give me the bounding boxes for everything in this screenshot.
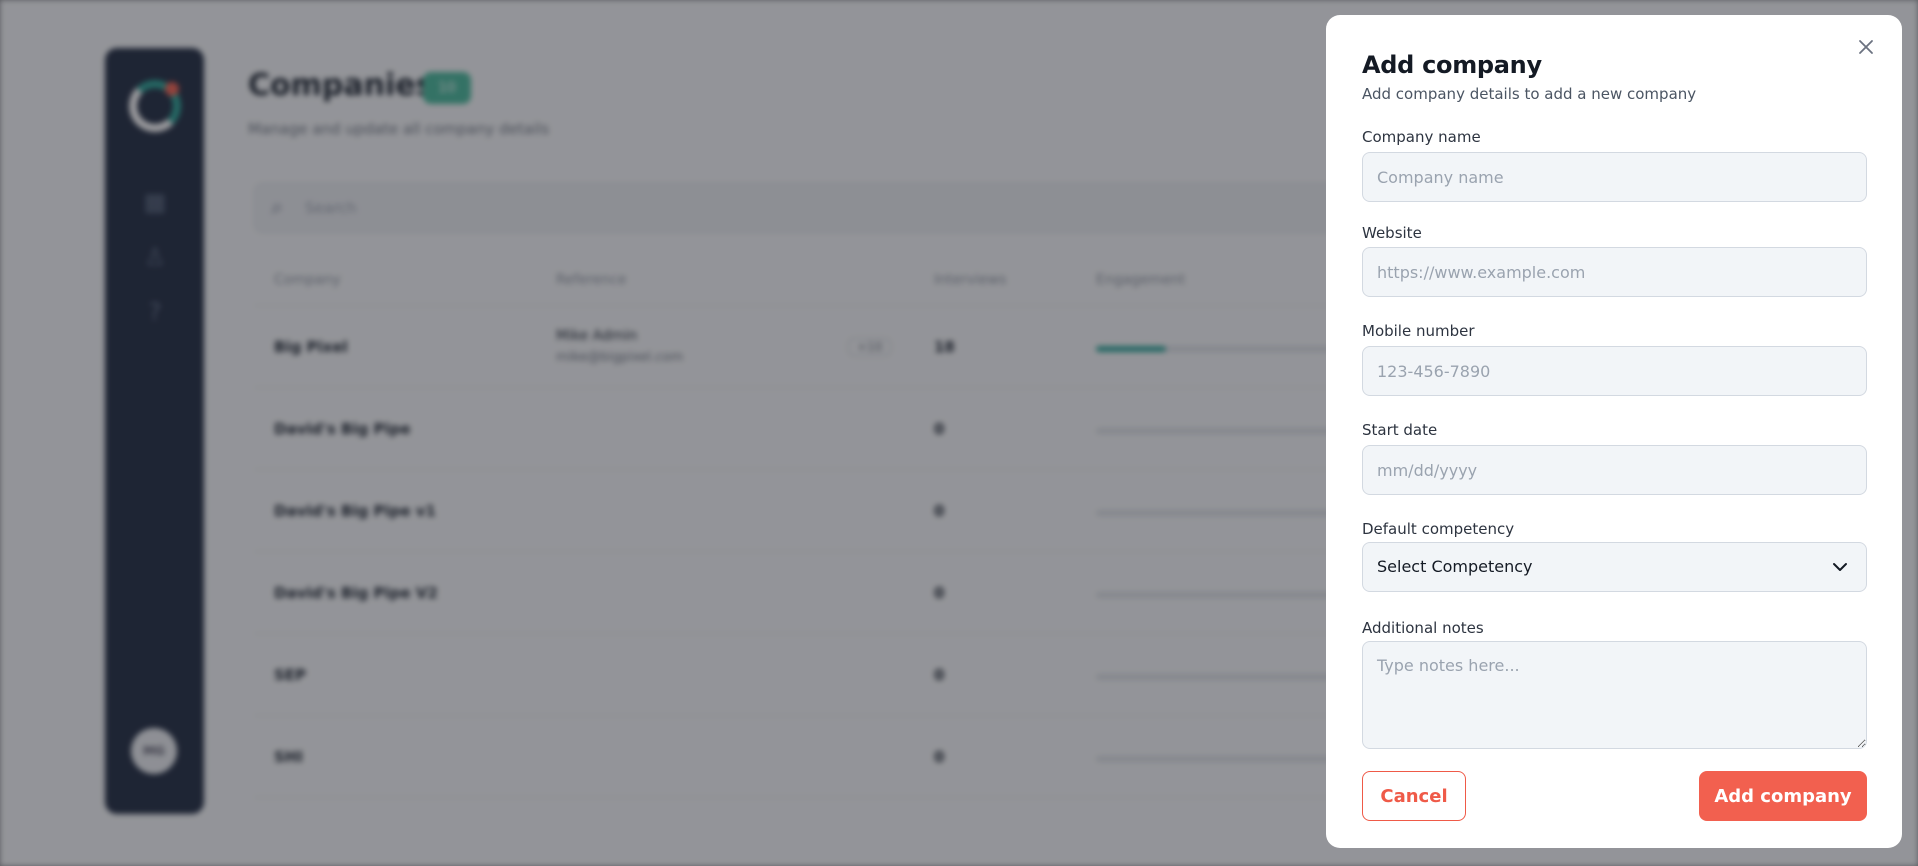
cancel-button[interactable]: Cancel [1362,771,1466,821]
company-name-input[interactable] [1362,152,1867,202]
chevron-down-icon [1833,563,1847,571]
website-label: Website [1362,224,1422,242]
mobile-number-label: Mobile number [1362,322,1475,340]
additional-notes-label: Additional notes [1362,619,1484,637]
modal-subtitle: Add company details to add a new company [1362,85,1697,103]
website-input[interactable] [1362,247,1867,297]
close-icon [1859,40,1873,54]
modal-title: Add company [1362,51,1542,79]
start-date-label: Start date [1362,421,1438,439]
competency-select[interactable]: Select Competency [1362,542,1867,592]
company-name-label: Company name [1362,128,1481,146]
add-company-button[interactable]: Add company [1699,771,1867,821]
competency-selected-value: Select Competency [1377,557,1533,576]
mobile-number-input[interactable] [1362,346,1867,396]
default-competency-label: Default competency [1362,520,1515,538]
start-date-input[interactable] [1362,445,1867,495]
additional-notes-textarea[interactable] [1362,641,1867,749]
close-button[interactable] [1852,33,1880,61]
add-company-modal: Add company Add company details to add a… [1326,15,1902,848]
